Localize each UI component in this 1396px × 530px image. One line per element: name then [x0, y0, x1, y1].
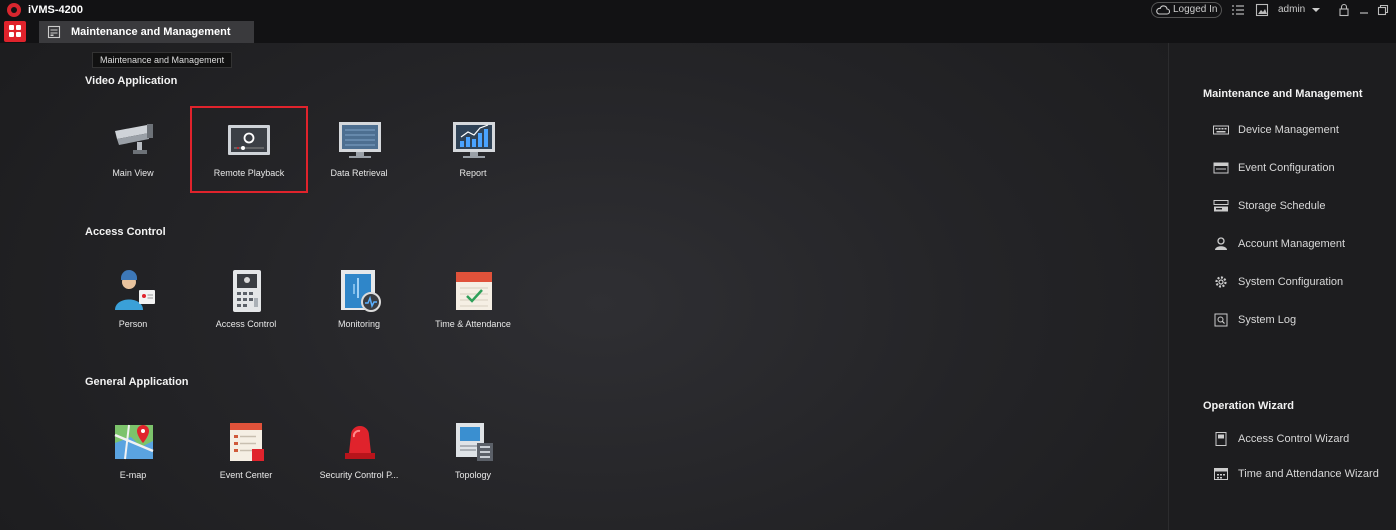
alarm-light-icon [345, 426, 375, 459]
main-menu-button[interactable] [4, 21, 26, 42]
tile-event-center[interactable]: Event Center [188, 409, 304, 495]
minimize-icon[interactable] [1357, 3, 1371, 17]
right-sidebar: Maintenance and Management Device Manage… [1168, 43, 1396, 530]
tile-label: Access Control [215, 319, 277, 329]
sidebar-item-label: Event Configuration [1238, 162, 1335, 174]
tile-label: Topology [454, 470, 492, 480]
tile-label: Event Center [219, 470, 273, 480]
tile-label: Monitoring [337, 319, 381, 329]
keypad-icon [233, 270, 261, 312]
tile-label: Remote Playback [213, 168, 285, 178]
tile-person[interactable]: Person [75, 258, 191, 344]
tile-monitoring[interactable]: Monitoring [301, 258, 417, 344]
tile-data-retrieval[interactable]: Data Retrieval [301, 107, 417, 193]
topology-icon [456, 423, 493, 461]
monitor-icon [339, 122, 381, 158]
login-status-text: Logged In [1173, 4, 1218, 15]
sidebar-item-time-attendance-wizard[interactable]: Time and Attendance Wizard [1213, 465, 1393, 483]
playback-icon [228, 125, 270, 155]
sidebar-item-system-log[interactable]: System Log [1213, 311, 1393, 329]
tile-label: Data Retrieval [330, 168, 388, 178]
user-menu[interactable]: admin [1278, 4, 1305, 15]
wizard-doc-icon [1215, 432, 1227, 446]
tile-label: Security Control P... [319, 470, 399, 480]
section-title-access-control: Access Control [85, 226, 166, 238]
event-list-icon [230, 423, 264, 461]
tile-label: E-map [119, 470, 147, 480]
door-monitor-icon [341, 270, 381, 312]
tab-bar: Maintenance and Management [0, 20, 1396, 43]
storage-icon [1213, 200, 1229, 212]
bar-chart-icon [453, 122, 495, 158]
calendar-icon [456, 272, 492, 310]
tile-remote-playback[interactable]: Remote Playback [190, 106, 308, 193]
sidebar-title-maintenance: Maintenance and Management [1203, 88, 1363, 100]
log-icon [1214, 313, 1228, 327]
tile-label: Person [118, 319, 148, 329]
tab-maintenance-management[interactable]: Maintenance and Management [39, 21, 254, 43]
sidebar-item-label: System Log [1238, 314, 1297, 326]
gear-icon [1215, 276, 1227, 288]
lock-icon[interactable] [1337, 3, 1351, 17]
tile-topology[interactable]: Topology [415, 409, 531, 495]
tile-label: Report [459, 168, 487, 178]
sidebar-item-label: Access Control Wizard [1238, 433, 1350, 445]
section-title-video-application: Video Application [85, 75, 178, 87]
tab-label: Maintenance and Management [71, 26, 231, 38]
app-logo-icon [7, 3, 21, 17]
sidebar-item-device-management[interactable]: Device Management [1213, 121, 1393, 139]
tab-tooltip: Maintenance and Management [92, 52, 233, 68]
sidebar-item-access-control-wizard[interactable]: Access Control Wizard [1213, 430, 1393, 448]
tile-main-view[interactable]: Main View [75, 107, 191, 193]
tile-time-attendance[interactable]: Time & Attendance [415, 258, 531, 344]
sidebar-item-label: Time and Attendance Wizard [1238, 468, 1379, 480]
cloud-icon [1156, 5, 1170, 15]
sidebar-item-label: System Configuration [1238, 276, 1344, 288]
person-card-icon [115, 270, 155, 310]
title-bar: iVMS-4200 Logged In admin [0, 0, 1396, 20]
tab-page-icon [47, 25, 61, 39]
sidebar-item-label: Storage Schedule [1238, 200, 1326, 212]
tile-e-map[interactable]: E-map [75, 409, 191, 495]
login-status-badge[interactable]: Logged In [1151, 2, 1222, 18]
sidebar-item-account-management[interactable]: Account Management [1213, 235, 1393, 253]
sidebar-item-label: Device Management [1238, 124, 1339, 136]
sidebar-title-operation-wizard: Operation Wizard [1203, 400, 1294, 412]
tile-label: Time & Attendance [435, 319, 511, 329]
sidebar-item-system-configuration[interactable]: System Configuration [1213, 273, 1393, 291]
image-viewer-icon[interactable] [1255, 3, 1269, 17]
section-title-general-application: General Application [85, 376, 189, 388]
wizard-calendar-icon [1214, 468, 1228, 480]
chevron-down-icon[interactable] [1312, 8, 1320, 12]
camera-icon [115, 124, 153, 154]
tile-access-control[interactable]: Access Control [188, 258, 304, 344]
keyboard-icon [1213, 125, 1229, 135]
sidebar-item-label: Account Management [1238, 238, 1346, 250]
tile-label: Main View [112, 168, 154, 178]
event-config-icon [1213, 162, 1229, 174]
user-icon [1215, 237, 1227, 250]
restore-icon[interactable] [1376, 3, 1390, 17]
sidebar-item-event-configuration[interactable]: Event Configuration [1213, 159, 1393, 177]
tile-security-control-panel[interactable]: Security Control P... [301, 409, 417, 495]
map-icon [114, 424, 154, 460]
task-list-icon[interactable] [1231, 3, 1245, 17]
app-title: iVMS-4200 [28, 4, 84, 16]
tile-report[interactable]: Report [415, 107, 531, 193]
sidebar-item-storage-schedule[interactable]: Storage Schedule [1213, 197, 1393, 215]
